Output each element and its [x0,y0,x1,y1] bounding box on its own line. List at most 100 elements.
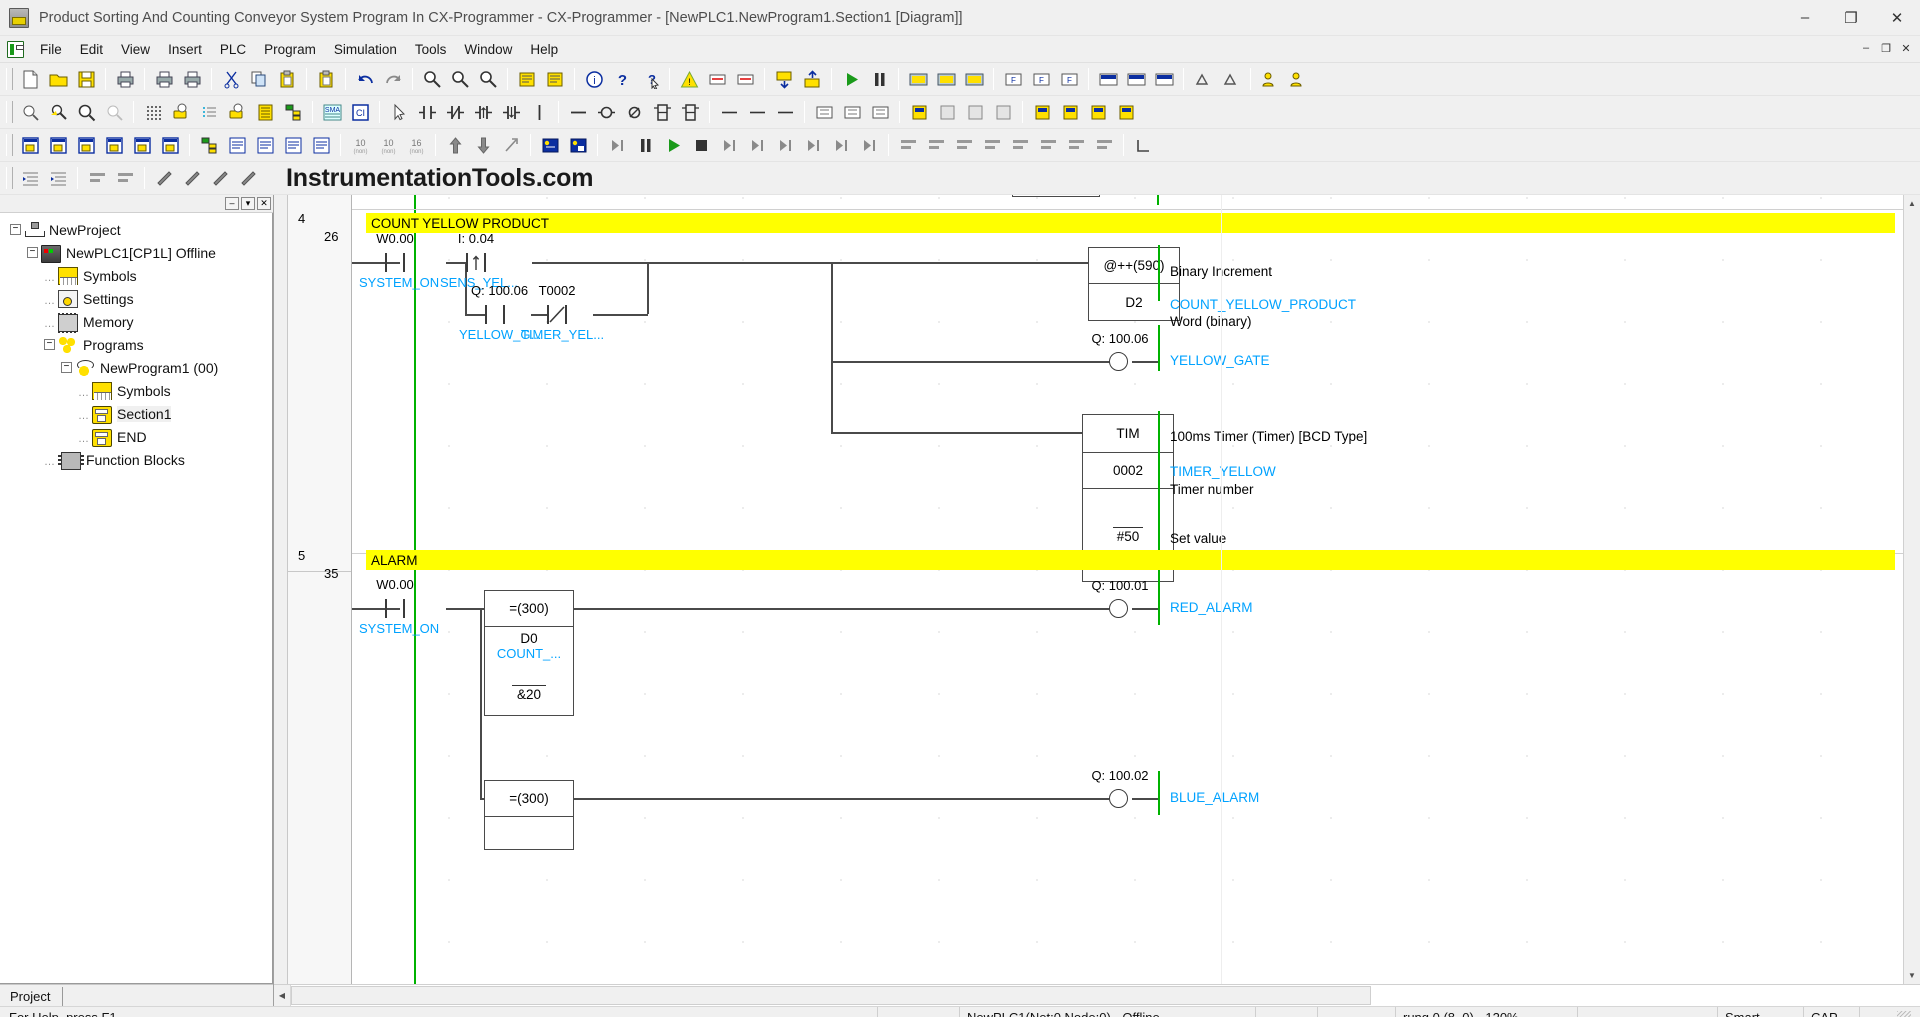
scroll-up-arrow[interactable]: ▲ [1904,195,1920,212]
menu-plc[interactable]: PLC [211,38,255,61]
run-icon[interactable] [838,66,864,92]
symbol-map-icon[interactable] [224,132,250,158]
align-1-icon[interactable] [895,132,921,158]
tree-expander[interactable]: − [10,224,21,235]
step-exec-icon[interactable] [604,132,630,158]
cut-icon[interactable] [218,66,244,92]
list-icon[interactable] [196,99,222,125]
find-icon[interactable] [419,66,445,92]
horizontal-scrollbar[interactable]: ◀ [274,984,1920,1006]
save-icon[interactable] [73,66,99,92]
tree-node-newprogram1-00[interactable]: − NewProgram1 (00) [0,356,272,379]
step-out-icon[interactable] [772,132,798,158]
cross-ref2-icon[interactable] [196,132,222,158]
paste-icon[interactable] [274,66,300,92]
align-list-icon[interactable] [84,165,110,191]
dec10b-icon[interactable]: 10 (non) [375,132,401,158]
horizontal-icon[interactable] [565,99,591,125]
instruction-box-increment[interactable]: @++(590) D2 [1088,247,1180,321]
maximize-button[interactable]: ❐ [1828,0,1874,36]
hscroll-thumb[interactable] [291,986,1371,1005]
help-icon[interactable]: ? [609,66,635,92]
toolbar-grip[interactable] [6,68,13,90]
window-tool-icon[interactable] [45,132,71,158]
tree-node-end[interactable]: … END [0,425,272,448]
panel-dropdown-button[interactable]: ▾ [241,197,255,210]
monitor2-icon[interactable] [933,66,959,92]
align-6-icon[interactable] [1035,132,1061,158]
symbol-table-icon[interactable] [252,99,278,125]
ladder-diagram-canvas[interactable]: COUNT YELLOW PRODUCT W0.00 SYSTEM_ON I: 0.0… [352,195,1903,984]
block-icon[interactable] [811,99,837,125]
force-off-icon[interactable]: F [1028,66,1054,92]
contact-no[interactable] [385,599,405,618]
fb-inst-icon[interactable] [1113,99,1139,125]
addr-view-icon[interactable] [308,132,334,158]
online-edit-cancel-icon[interactable] [732,66,758,92]
online-edit-icon[interactable] [704,66,730,92]
contact-no[interactable] [485,305,505,324]
fb-icon[interactable] [906,99,932,125]
coil-neg-icon[interactable] [621,99,647,125]
contact-nc[interactable] [547,305,567,324]
align-7-icon[interactable] [1063,132,1089,158]
new-icon[interactable] [17,66,43,92]
instruction-icon[interactable] [649,99,675,125]
find-next-icon[interactable] [475,66,501,92]
tree-node-symbols[interactable]: … Symbols [0,379,272,402]
block2-icon[interactable] [839,99,865,125]
menu-program[interactable]: Program [255,38,325,61]
menu-help[interactable]: Help [521,38,567,61]
align-3-icon[interactable] [951,132,977,158]
fb-lib-icon[interactable] [1057,99,1083,125]
fast-forward-icon[interactable] [828,132,854,158]
cross-ref-icon[interactable] [280,99,306,125]
panel-close-button[interactable]: ✕ [257,197,271,210]
user2-icon[interactable] [1285,66,1311,92]
fb2-icon[interactable] [934,99,960,125]
vertical-scrollbar[interactable]: ▲ ▼ [1903,195,1920,984]
rung-comment-bar[interactable]: COUNT YELLOW PRODUCT [366,213,1895,233]
mdi-close-button[interactable]: ✕ [1896,38,1916,58]
rung-comment-bar[interactable]: ALARM [366,550,1895,570]
window-doc-icon[interactable] [157,132,183,158]
force-cancel-icon[interactable]: F [1056,66,1082,92]
minimize-button[interactable]: – [1782,0,1828,36]
contact-up-icon[interactable] [470,99,496,125]
contact-no[interactable] [385,253,405,272]
pin3-icon[interactable] [207,165,233,191]
hline-icon[interactable] [744,99,770,125]
comment-icon[interactable] [168,99,194,125]
menu-view[interactable]: View [112,38,159,61]
delete-line-icon[interactable] [772,99,798,125]
dm3-icon[interactable] [1151,66,1177,92]
ci-icon[interactable]: CI [347,99,373,125]
pin4-icon[interactable] [235,165,261,191]
end-icon[interactable] [856,132,882,158]
transfer-to-plc-icon[interactable] [771,66,797,92]
toolbar-grip[interactable] [6,101,13,123]
menu-tools[interactable]: Tools [406,38,456,61]
up-arrow-icon[interactable] [442,132,468,158]
compile-all-icon[interactable] [542,66,568,92]
sim-stop-icon[interactable] [565,132,591,158]
redo-icon[interactable] [380,66,406,92]
window-output-icon[interactable] [101,132,127,158]
sim-start-icon[interactable] [537,132,563,158]
print-preview-icon[interactable] [112,66,138,92]
output-coil[interactable] [1109,789,1128,808]
panel-minimize-button[interactable]: – [225,197,239,210]
align-5-icon[interactable] [1007,132,1033,158]
dm2-icon[interactable] [1123,66,1149,92]
fb3-icon[interactable] [962,99,988,125]
zoom-out-icon[interactable] [17,99,43,125]
copy-icon[interactable] [246,66,272,92]
down-arrow-icon[interactable] [470,132,496,158]
monitor3-icon[interactable] [961,66,987,92]
scroll-down-arrow[interactable]: ▼ [1904,967,1920,984]
window-prop-icon[interactable] [129,132,155,158]
print-icon[interactable] [151,66,177,92]
toolbar-grip[interactable] [6,134,13,156]
align-8-icon[interactable] [1091,132,1117,158]
mdi-restore-button[interactable]: ❐ [1876,38,1896,58]
